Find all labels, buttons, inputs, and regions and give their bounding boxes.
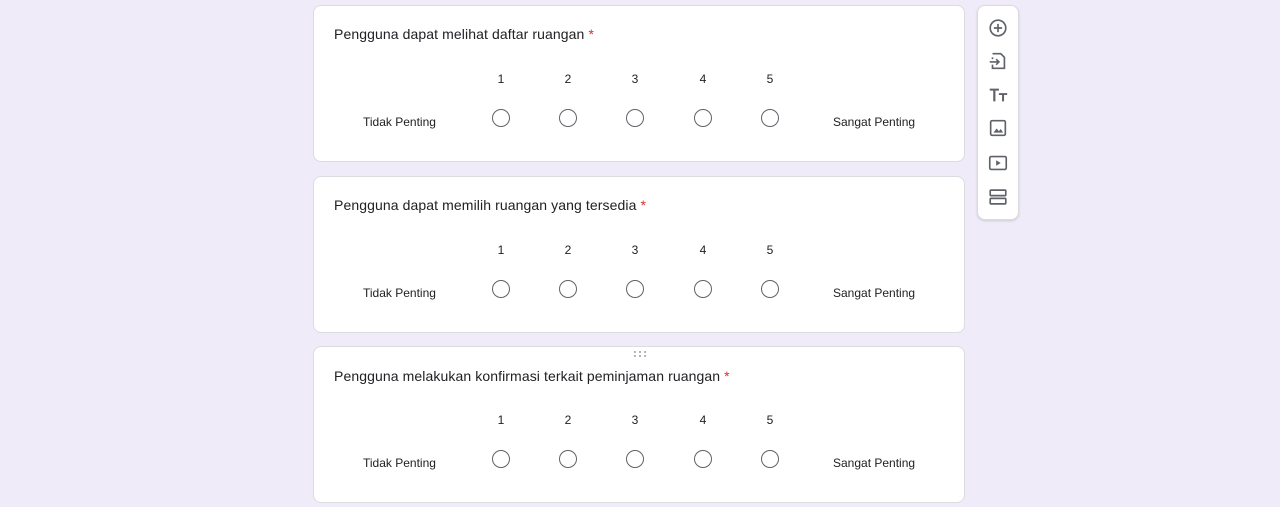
question-card-1[interactable]: Pengguna dapat melihat daftar ruangan * 1… [313, 5, 965, 162]
scale-label-1: 1 [497, 243, 505, 257]
scale-label-4: 4 [699, 413, 707, 427]
scale-label-4: 4 [699, 243, 707, 257]
video-icon [988, 155, 1008, 171]
drag-handle-icon[interactable] [632, 350, 648, 358]
required-asterisk: * [640, 197, 647, 213]
radio-option-4[interactable] [694, 450, 712, 468]
question-title: Pengguna melakukan konfirmasi terkait pe… [334, 368, 730, 384]
radio-option-2[interactable] [559, 450, 577, 468]
radio-option-5[interactable] [761, 280, 779, 298]
high-end-label: Sangat Penting [833, 115, 916, 129]
question-text: Pengguna melakukan konfirmasi terkait pe… [334, 368, 721, 384]
low-end-label: Tidak Penting [363, 115, 436, 129]
required-asterisk: * [588, 26, 595, 42]
add-section-button[interactable] [987, 186, 1009, 208]
add-question-button[interactable] [987, 17, 1009, 39]
scale-label-3: 3 [631, 413, 639, 427]
scale-label-5: 5 [766, 243, 774, 257]
radio-option-4[interactable] [694, 280, 712, 298]
scale-label-2: 2 [564, 413, 572, 427]
question-text: Pengguna dapat melihat daftar ruangan [334, 26, 585, 42]
add-video-button[interactable] [987, 152, 1009, 174]
question-text: Pengguna dapat memilih ruangan yang ters… [334, 197, 637, 213]
radio-option-4[interactable] [694, 109, 712, 127]
scale-label-5: 5 [766, 72, 774, 86]
radio-option-2[interactable] [559, 109, 577, 127]
scale-label-1: 1 [497, 413, 505, 427]
high-end-label: Sangat Penting [833, 286, 916, 300]
radio-option-3[interactable] [626, 109, 644, 127]
scale-label-3: 3 [631, 243, 639, 257]
radio-option-3[interactable] [626, 450, 644, 468]
radio-option-1[interactable] [492, 450, 510, 468]
question-card-3[interactable]: Pengguna melakukan konfirmasi terkait pe… [313, 346, 965, 503]
add-image-button[interactable] [987, 117, 1009, 139]
scale-label-5: 5 [766, 413, 774, 427]
import-questions-icon [989, 52, 1006, 70]
scale-label-4: 4 [699, 72, 707, 86]
question-card-2[interactable]: Pengguna dapat memilih ruangan yang ters… [313, 176, 965, 333]
add-circle-icon [989, 19, 1007, 37]
radio-option-1[interactable] [492, 109, 510, 127]
scale-label-2: 2 [564, 243, 572, 257]
low-end-label: Tidak Penting [363, 456, 436, 470]
question-title: Pengguna dapat melihat daftar ruangan * [334, 26, 594, 42]
radio-option-2[interactable] [559, 280, 577, 298]
image-icon [989, 119, 1007, 137]
required-asterisk: * [724, 368, 730, 384]
radio-option-5[interactable] [761, 109, 779, 127]
import-questions-button[interactable] [987, 50, 1009, 72]
question-title: Pengguna dapat memilih ruangan yang ters… [334, 197, 646, 213]
radio-option-5[interactable] [761, 450, 779, 468]
question-toolbar [977, 5, 1019, 220]
radio-option-3[interactable] [626, 280, 644, 298]
radio-option-1[interactable] [492, 280, 510, 298]
scale-label-3: 3 [631, 72, 639, 86]
scale-label-1: 1 [497, 72, 505, 86]
low-end-label: Tidak Penting [363, 286, 436, 300]
scale-label-2: 2 [564, 72, 572, 86]
section-icon [989, 189, 1007, 205]
add-title-button[interactable] [987, 84, 1009, 106]
title-text-icon [989, 88, 1008, 102]
high-end-label: Sangat Penting [833, 456, 916, 470]
